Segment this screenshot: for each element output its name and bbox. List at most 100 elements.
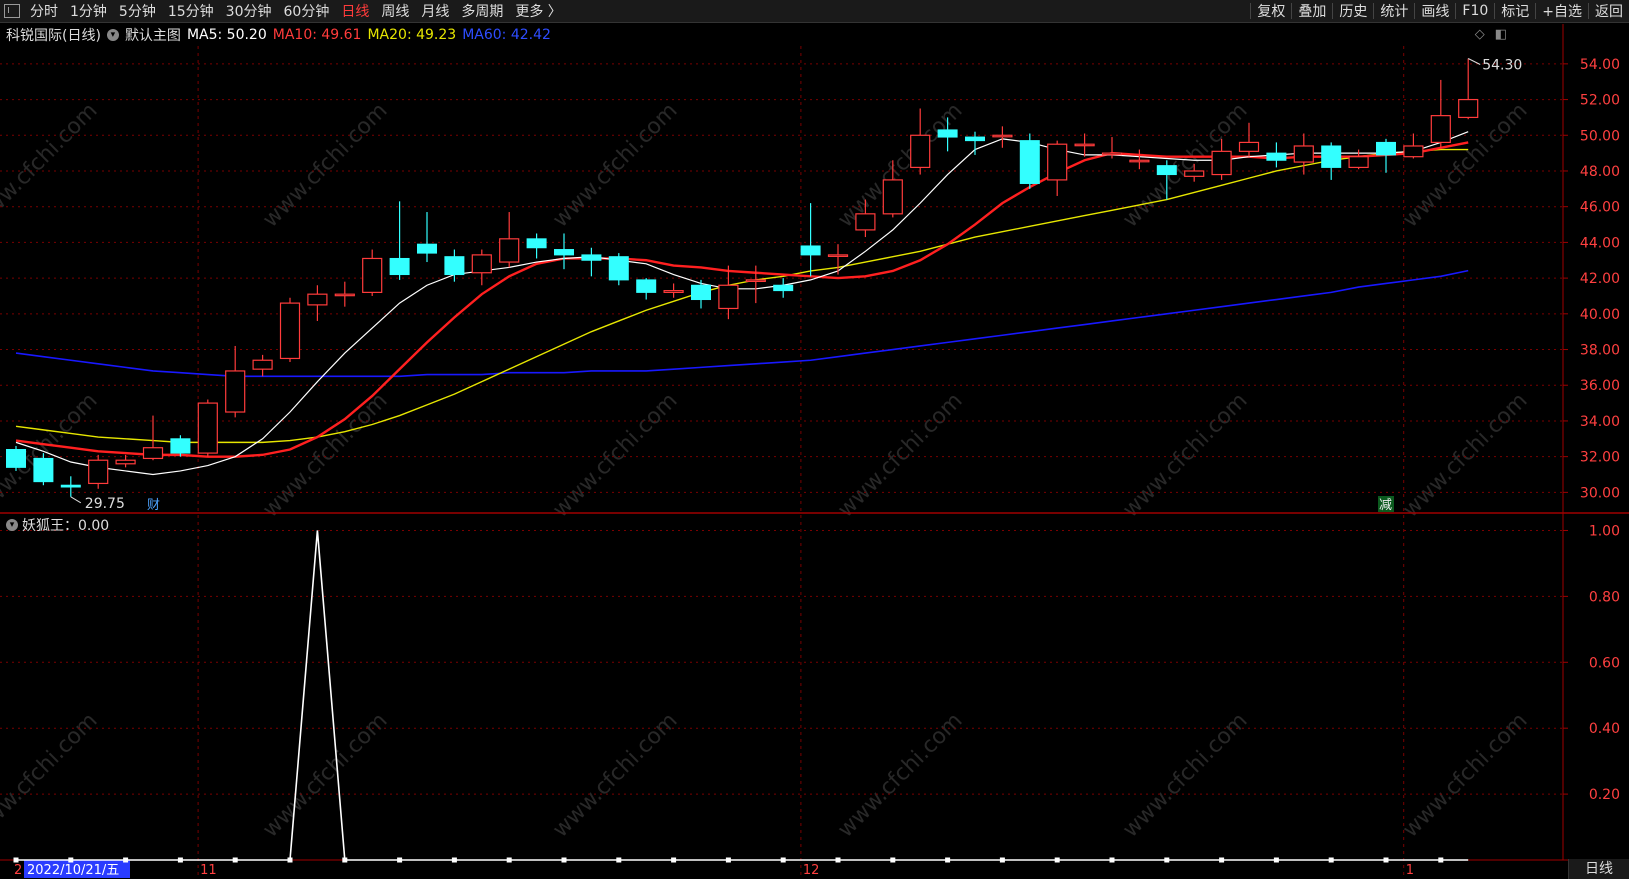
diamond-icon[interactable]: ◇: [1475, 27, 1485, 42]
period-tab[interactable]: 多周期: [455, 1, 509, 21]
indicator-marker: [68, 857, 74, 863]
toolbar-button[interactable]: 历史: [1333, 1, 1373, 21]
toolbar-button[interactable]: +自选: [1536, 1, 1588, 21]
toolbar-button[interactable]: 返回: [1589, 1, 1629, 21]
period-tab[interactable]: 分时: [24, 1, 64, 21]
candlestick: [1458, 58, 1479, 120]
high-price-label: 54.30: [1482, 57, 1522, 73]
candlestick: [1019, 133, 1040, 189]
candle-body: [88, 459, 109, 485]
indicator-marker: [890, 857, 896, 863]
template-name[interactable]: 默认主图: [125, 25, 181, 45]
window-icon[interactable]: ◧: [1495, 27, 1507, 42]
indicator-marker: [506, 857, 512, 863]
candle-body: [1156, 165, 1177, 176]
candlestick: [417, 212, 437, 263]
toolbar-button[interactable]: F10: [1456, 3, 1494, 19]
candle-body: [526, 238, 547, 249]
candlestick: [1047, 140, 1068, 196]
candlestick: [1293, 133, 1314, 175]
candle-body: [827, 254, 849, 257]
candle-body: [691, 284, 711, 301]
candlestick: [334, 281, 355, 307]
candlestick: [279, 297, 301, 363]
dropdown-icon[interactable]: ▾: [6, 519, 18, 531]
watermark-text: www.cfchi.com: [833, 388, 967, 522]
toolbar-button[interactable]: 统计: [1374, 1, 1414, 21]
watermark-text: www.cfchi.com: [0, 708, 103, 842]
candle-body: [1074, 143, 1095, 147]
candlestick: [1129, 149, 1150, 170]
price-tick-label: 44.00: [1580, 235, 1620, 251]
period-tab[interactable]: 60分钟: [278, 1, 336, 21]
candlestick: [581, 247, 602, 277]
period-tab[interactable]: 5分钟: [113, 1, 162, 21]
watermark-text: www.cfchi.com: [258, 388, 392, 522]
indicator-marker: [342, 857, 348, 863]
candlestick: [827, 244, 849, 275]
candlestick: [307, 285, 328, 321]
toolbar-button[interactable]: 复权: [1251, 1, 1291, 21]
watermark-text: www.cfchi.com: [548, 708, 682, 842]
period-tab[interactable]: 15分钟: [162, 1, 220, 21]
candle-body: [389, 257, 410, 276]
toolbar-button[interactable]: 叠加: [1292, 1, 1332, 21]
period-tab[interactable]: 更多 〉: [509, 1, 567, 21]
candle-body: [663, 290, 684, 293]
candlestick: [718, 265, 739, 320]
candle-body: [1348, 156, 1369, 169]
period-tab[interactable]: 日线: [335, 1, 375, 21]
candle-body: [1238, 141, 1260, 152]
candle-body: [855, 213, 876, 231]
finance-badge: 财: [147, 498, 160, 513]
indicator-tick-label: 0.20: [1589, 787, 1620, 803]
toolbar-button[interactable]: 标记: [1495, 1, 1535, 21]
indicator-marker: [1383, 857, 1389, 863]
candle-body: [636, 279, 657, 293]
ma10-value: MA10: 49.61: [272, 27, 362, 43]
indicator-marker: [561, 857, 567, 863]
price-tick-label: 48.00: [1580, 164, 1620, 180]
period-tab[interactable]: 30分钟: [220, 1, 278, 21]
toolbar-button[interactable]: 画线: [1415, 1, 1455, 21]
period-tab[interactable]: 周线: [375, 1, 415, 21]
price-tick-label: 40.00: [1580, 307, 1620, 323]
period-tab[interactable]: 1分钟: [64, 1, 113, 21]
main-chart-info: 科锐国际(日线) ▾ 默认主图 MA5: 50.20 MA10: 49.61 M…: [0, 24, 557, 46]
price-tick-label: 30.00: [1580, 485, 1620, 501]
dropdown-icon[interactable]: ▾: [106, 29, 119, 41]
candlestick: [60, 476, 81, 497]
watermark-text: www.cfchi.com: [258, 98, 392, 232]
candle-body: [225, 370, 246, 413]
chart-canvas[interactable]: www.cfchi.com www.cfchi.com www.cfchi.com w…: [0, 0, 1629, 879]
watermark-text: www.cfchi.com: [1398, 388, 1532, 522]
candlestick: [6, 445, 26, 471]
indicator-tick-label: 0.80: [1589, 589, 1620, 605]
candle-body: [800, 245, 821, 256]
indicator-info: ▾ 妖狐王：0.00: [6, 515, 109, 535]
candle-body: [1293, 145, 1314, 163]
indicator-name[interactable]: 妖狐王：0.00: [22, 515, 109, 535]
candlestick: [1238, 122, 1260, 157]
candlestick: [773, 278, 794, 298]
period-tab[interactable]: 月线: [415, 1, 455, 21]
candlestick: [554, 233, 574, 270]
candle-body: [170, 438, 191, 454]
indicator-marker: [232, 857, 238, 863]
candlestick: [499, 212, 520, 268]
price-tick-label: 34.00: [1580, 414, 1620, 430]
candle-body: [1129, 159, 1150, 163]
date-axis-label: 1: [1406, 863, 1414, 878]
candle-body: [471, 254, 492, 274]
candlestick: [1321, 142, 1342, 180]
bottom-period-tab[interactable]: 日线: [1568, 859, 1629, 879]
candle-body: [1321, 145, 1342, 168]
reduction-badge: 减: [1379, 498, 1392, 513]
candle-body: [60, 484, 81, 488]
menu-icon[interactable]: [4, 4, 20, 18]
indicator-marker: [287, 857, 293, 863]
stock-name[interactable]: 科锐国际(日线): [6, 25, 101, 45]
candle-body: [197, 402, 218, 454]
indicator-marker: [999, 857, 1005, 863]
candle-body: [992, 134, 1013, 138]
